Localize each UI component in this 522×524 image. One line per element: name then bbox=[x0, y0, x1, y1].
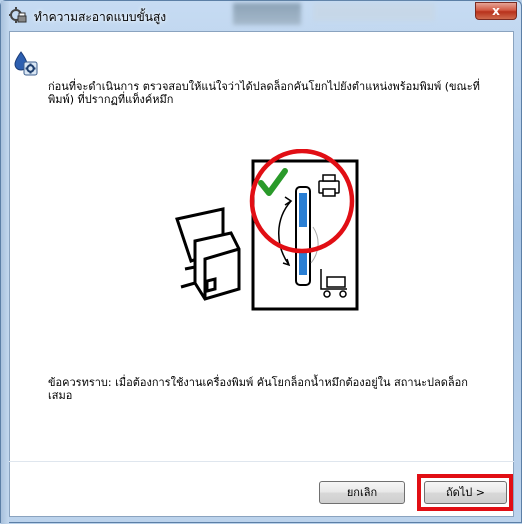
dialog-window: ทำความสะอาดแบบขั้นสูง x ก่อนที่จะดำเนินก… bbox=[0, 0, 522, 524]
next-button-highlight bbox=[417, 474, 513, 511]
title-bar[interactable]: ทำความสะอาดแบบขั้นสูง x bbox=[1, 1, 522, 29]
ink-settings-icon bbox=[14, 51, 38, 76]
footer-divider bbox=[9, 461, 514, 462]
title-background-blur bbox=[313, 3, 435, 21]
window-title: ทำความสะอาดแบบขั้นสูง bbox=[34, 10, 167, 24]
cancel-button[interactable]: ยกเลิก bbox=[319, 481, 405, 504]
instruction-text: ก่อนที่จะดำเนินการ ตรวจสอบให้แน่ใจว่าได้… bbox=[48, 80, 480, 106]
printer-cleaning-icon bbox=[9, 7, 27, 23]
ink-tank-drawing bbox=[175, 207, 241, 301]
close-button[interactable]: x bbox=[475, 2, 517, 20]
window-frame-left bbox=[1, 1, 9, 524]
title-background-blur bbox=[233, 3, 301, 25]
note-text: ข้อควรทราบ: เมื่อต้องการใช้งานเครื่องพิม… bbox=[48, 376, 468, 402]
ink-tank-lever-illustration bbox=[175, 149, 359, 311]
